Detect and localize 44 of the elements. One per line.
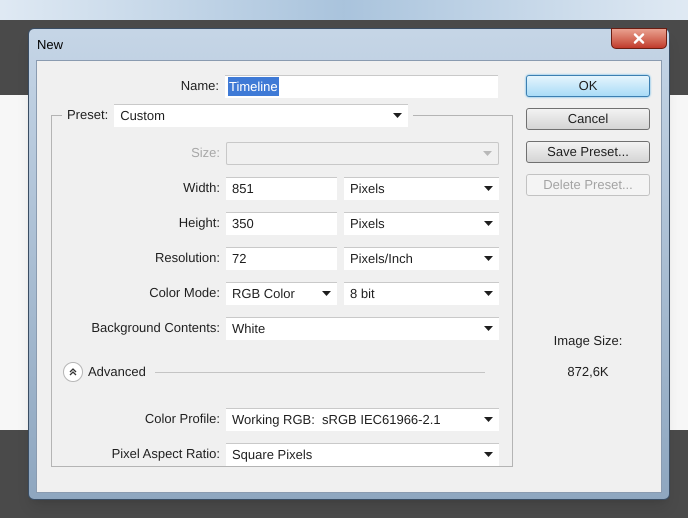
dialog-button[interactable]: OK bbox=[526, 75, 650, 97]
caret-icon bbox=[484, 326, 493, 331]
dropdown[interactable]: Pixels/Inch bbox=[344, 246, 499, 270]
text-field[interactable]: 350 bbox=[226, 212, 337, 234]
collapse-button[interactable] bbox=[63, 362, 83, 382]
caret-icon bbox=[484, 221, 493, 226]
image-size-value: 872,6K bbox=[567, 362, 609, 380]
dropdown[interactable]: Pixels bbox=[344, 176, 499, 200]
caret-icon bbox=[393, 113, 402, 118]
close-icon bbox=[633, 33, 645, 44]
section-label: Advanced bbox=[88, 363, 146, 382]
field-label: Width: bbox=[182, 179, 220, 198]
dropdown[interactable]: 8 bit bbox=[344, 282, 499, 304]
caret-icon bbox=[484, 256, 493, 261]
dropdown[interactable]: Working RGB: sRGB IEC61966-2.1 bbox=[226, 408, 499, 430]
field-label: Pixel Aspect Ratio: bbox=[110, 445, 220, 464]
caret-icon bbox=[484, 186, 493, 191]
dialog-button[interactable]: Save Preset... bbox=[526, 141, 650, 163]
field-label: Preset: bbox=[67, 106, 108, 124]
field-label: Height: bbox=[178, 214, 220, 232]
image-size-label: Image Size: bbox=[554, 332, 622, 350]
field-label: Size: bbox=[190, 144, 220, 162]
dialog-button[interactable]: Cancel bbox=[526, 108, 650, 130]
dropdown[interactable]: RGB Color bbox=[226, 282, 337, 304]
text-field[interactable]: 851 bbox=[226, 176, 337, 200]
field-label: Color Mode: bbox=[148, 284, 220, 302]
dropdown[interactable]: Pixels bbox=[344, 212, 499, 234]
dropdown[interactable]: White bbox=[226, 316, 499, 340]
name-field[interactable]: Timeline bbox=[225, 74, 498, 98]
close-button[interactable] bbox=[611, 28, 667, 49]
double-chevron-up-icon bbox=[69, 368, 77, 376]
dropdown[interactable]: Custom bbox=[114, 104, 408, 126]
caret-icon bbox=[484, 452, 493, 457]
field-label: Resolution: bbox=[154, 249, 220, 268]
caret-icon bbox=[484, 291, 493, 296]
dropdown[interactable]: Square Pixels bbox=[226, 442, 499, 466]
caret-icon bbox=[484, 417, 493, 422]
field-label: Color Profile: bbox=[144, 410, 220, 428]
text-field[interactable]: 72 bbox=[226, 246, 337, 270]
field-label: Background Contents: bbox=[90, 319, 220, 338]
window-title: New bbox=[37, 36, 64, 54]
caret-icon bbox=[322, 291, 331, 296]
caret-icon bbox=[483, 150, 492, 156]
field-label: Name: bbox=[180, 77, 219, 96]
